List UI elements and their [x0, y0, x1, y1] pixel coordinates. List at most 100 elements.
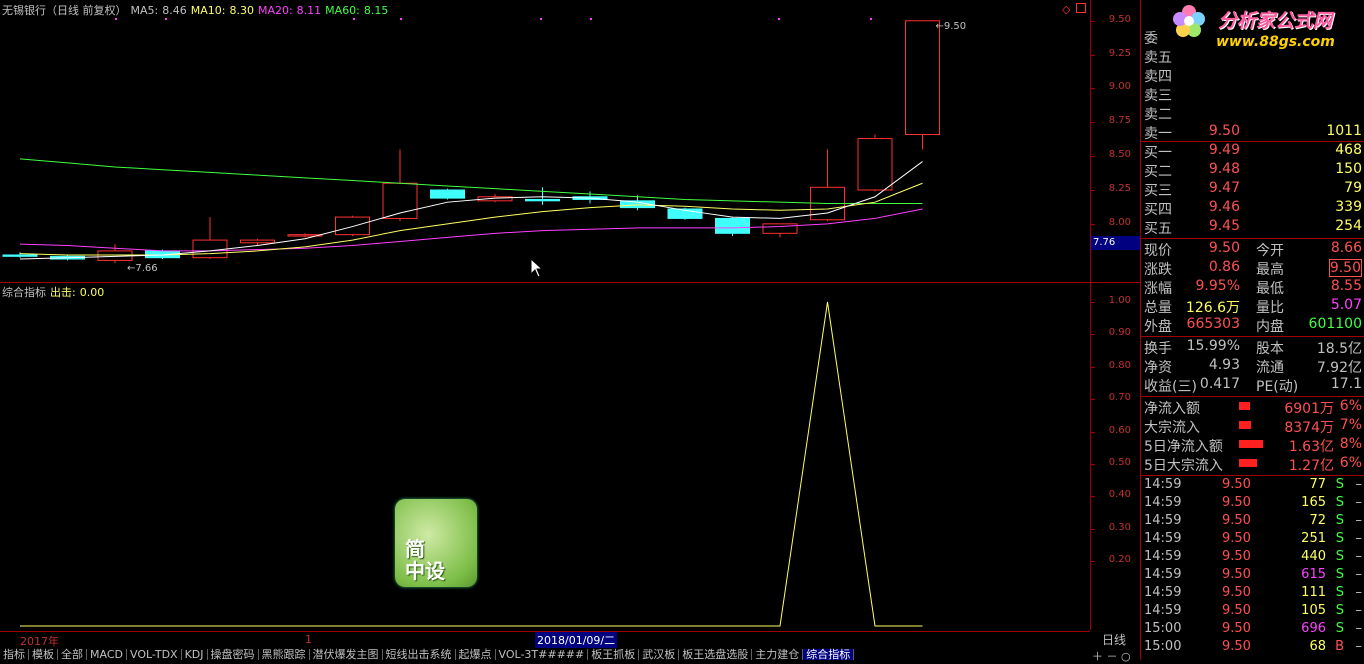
price-chart[interactable]: ←9.50 ←7.66: [0, 0, 1090, 282]
stat-value: 9.95%: [1195, 278, 1240, 294]
fund-row: 换手 15.99% 股本 18.5亿: [1144, 338, 1364, 357]
stat-label: 今开: [1256, 243, 1284, 259]
top-marker: [400, 18, 402, 20]
top-marker: [540, 18, 542, 20]
tick-row: 14:59 9.50 615 S –: [1144, 567, 1364, 585]
chart-area[interactable]: 无锡银行（日线 前复权） MA5: 8.46 MA10: 8.30 MA20: 8.11 MA…: [0, 0, 1090, 630]
stat-row: 涨跌 0.86 最高 9.50: [1144, 259, 1364, 278]
sell-price: 9.50: [1208, 123, 1240, 139]
tab-7[interactable]: 黑熊跟踪: [259, 649, 310, 660]
flow-value: 6901万: [1284, 401, 1334, 417]
stat-label: 外盘: [1144, 319, 1172, 335]
circle-icon[interactable]: ○: [1121, 650, 1131, 663]
tab-15[interactable]: 主力建仓: [752, 649, 804, 660]
tick-side: B: [1335, 639, 1344, 654]
flow-percent: 6%: [1339, 455, 1362, 471]
indicator-chart[interactable]: [0, 284, 1090, 630]
tick-row: 14:59 9.50 440 S –: [1144, 549, 1364, 567]
tab-8[interactable]: 潜伏爆发主图: [310, 649, 383, 660]
flow-row: 净流入额 6901万 6%: [1144, 398, 1364, 417]
tick-side: S: [1335, 477, 1344, 492]
mouse-cursor-icon: [530, 257, 544, 282]
tick-row: 14:59 9.50 105 S –: [1144, 603, 1364, 621]
tick-price: 9.50: [1222, 531, 1251, 546]
tab-13[interactable]: 武汉板: [639, 649, 680, 660]
candle-body: [905, 20, 940, 135]
tick-volume: 165: [1301, 495, 1326, 510]
tick-volume: 68: [1309, 639, 1326, 654]
stat-value: 126.6万: [1185, 300, 1240, 316]
buy-row: 买一 9.49 468: [1144, 142, 1364, 161]
buy-row: 买四 9.46 339: [1144, 199, 1364, 218]
tick-dash: –: [1355, 495, 1363, 510]
tick-volume: 615: [1301, 567, 1326, 582]
candle-body: [857, 138, 893, 191]
candle-body: [2, 254, 38, 257]
fund-row: 收益(三) 0.417 PE(动) 17.1: [1144, 376, 1364, 395]
tick-side: S: [1335, 495, 1344, 510]
top-marker: [115, 18, 117, 20]
tick-volume: 251: [1301, 531, 1326, 546]
price-tick-label: 9.00: [1108, 81, 1131, 93]
tick-row: 14:59 9.50 251 S –: [1144, 531, 1364, 549]
ma10-line: [19, 182, 923, 256]
tick-side: S: [1335, 513, 1344, 528]
top-marker: [165, 18, 167, 20]
indicator-tabs[interactable]: 指标 模板 全部 MACD VOL-TDX KDJ 操盘密码 黑熊跟踪 潜伏爆发主图 短线出击系统…: [0, 648, 1090, 660]
indicator-tick-label: 0.80: [1108, 359, 1131, 371]
ma60-line: [19, 158, 923, 205]
quote-panel: 委卖五 卖四 卖三 卖二 卖一 9.50 1011 买一 9.49 468 买二 9.48 150 买三 9…: [1140, 0, 1364, 660]
flow-percent: 6%: [1339, 398, 1362, 414]
flow-value: 1.27亿: [1288, 458, 1334, 474]
tab-9[interactable]: 短线出击系统: [383, 649, 456, 660]
tick-time: 14:59: [1144, 567, 1182, 582]
stat-label: 最低: [1256, 281, 1284, 297]
tick-side: S: [1335, 603, 1344, 618]
buy-label: 买四: [1144, 202, 1172, 218]
logo-title: 分析家公式网: [1218, 10, 1333, 32]
watermark-badge: 简 中设: [395, 499, 477, 587]
tick-price: 9.50: [1222, 513, 1251, 528]
price-tick-label: 9.25: [1108, 47, 1131, 59]
stat-value: 9.50: [1208, 240, 1240, 256]
period-label[interactable]: 日线: [1102, 631, 1126, 648]
tab-1[interactable]: 模板: [29, 649, 58, 660]
tab-11[interactable]: VOL-3T#####: [496, 649, 589, 660]
tick-volume: 111: [1301, 585, 1326, 600]
tab-16[interactable]: 综合指标: [803, 649, 855, 660]
indicator-tick-label: 0.40: [1108, 489, 1131, 501]
buy-price: 9.45: [1208, 218, 1240, 234]
tab-0[interactable]: 指标: [0, 649, 29, 660]
tab-12[interactable]: 板王抓板: [588, 649, 640, 660]
plus-icon[interactable]: ＋: [1092, 650, 1103, 663]
stat-value: 665303: [1186, 316, 1240, 332]
stat-label: 总量: [1144, 300, 1172, 316]
tab-5[interactable]: KDJ: [182, 649, 208, 660]
tab-6[interactable]: 操盘密码: [208, 649, 259, 660]
stat-value: 8.55: [1330, 278, 1362, 294]
tab-4[interactable]: VOL-TDX: [127, 649, 182, 660]
tick-dash: –: [1355, 477, 1363, 492]
sell-row: 卖一 9.50 1011: [1144, 123, 1364, 142]
fund-label: 收益(三): [1144, 379, 1197, 395]
tab-3[interactable]: MACD: [87, 649, 127, 660]
price-tick-label: 8.25: [1108, 183, 1131, 194]
tick-volume: 77: [1309, 477, 1326, 492]
stat-row: 涨幅 9.95% 最低 8.55: [1144, 278, 1364, 297]
fund-value: 18.5亿: [1316, 341, 1362, 357]
sell-label: 卖一: [1144, 126, 1172, 142]
tab-2[interactable]: 全部: [58, 649, 87, 660]
tick-side: S: [1335, 621, 1344, 636]
tick-side: S: [1335, 567, 1344, 582]
tab-14[interactable]: 板王选盘选股: [679, 649, 753, 660]
sell-label: 卖三: [1144, 88, 1172, 104]
tick-side: S: [1335, 549, 1344, 564]
current-price-tag: 7.76: [1091, 236, 1141, 250]
zoom-controls[interactable]: ＋ － ○: [1092, 648, 1131, 664]
tick-volume: 440: [1301, 549, 1326, 564]
minus-icon[interactable]: －: [1107, 650, 1118, 663]
tick-time: 14:59: [1144, 477, 1182, 492]
tab-10[interactable]: 起爆点: [456, 649, 496, 660]
fund-value: 15.99%: [1186, 338, 1240, 354]
date-marker: 1: [305, 633, 312, 646]
